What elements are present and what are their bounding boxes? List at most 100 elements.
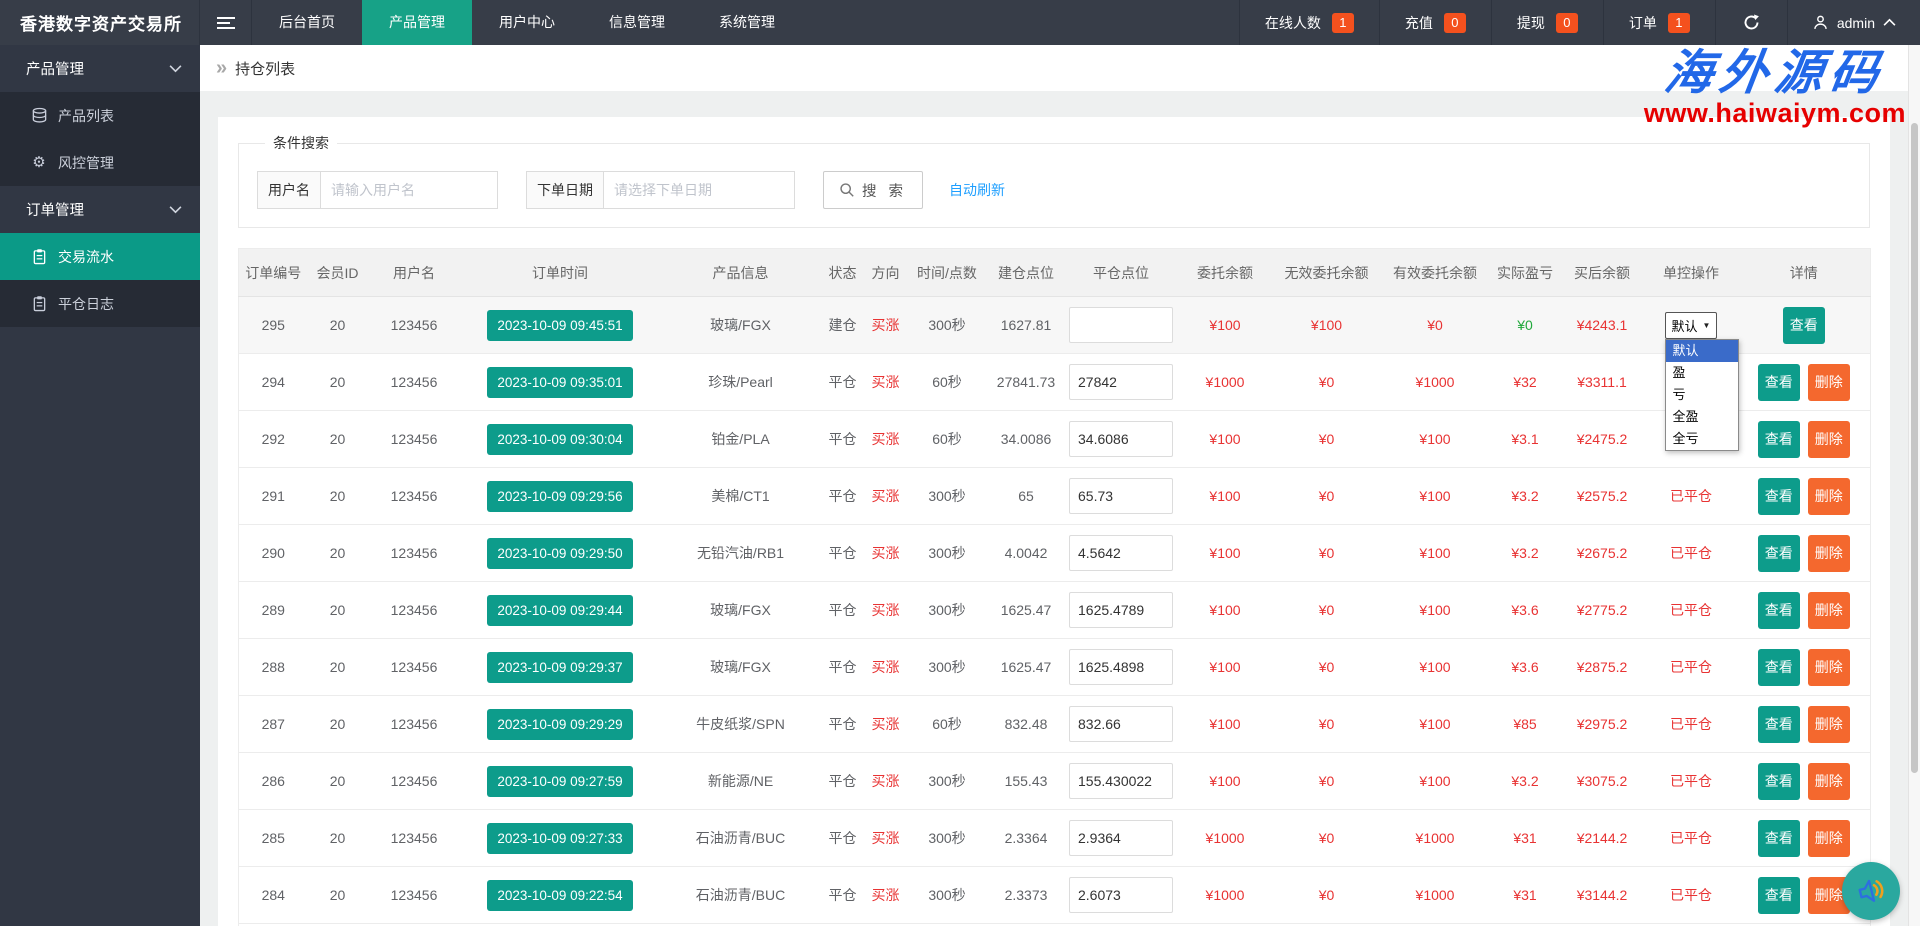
close-point-input[interactable] (1069, 706, 1173, 742)
delete-button[interactable]: 删除 (1807, 648, 1850, 686)
sound-toggle-button[interactable] (1842, 862, 1900, 920)
delete-button[interactable]: 删除 (1807, 363, 1850, 401)
member-id-cell: 20 (307, 752, 368, 810)
invalid-entrust-cell: ¥0 (1273, 524, 1380, 582)
view-button[interactable]: 查看 (1757, 477, 1800, 515)
view-button[interactable]: 查看 (1757, 363, 1800, 401)
close-point-input[interactable] (1069, 307, 1173, 343)
detail-cell: 查看删除 (1737, 752, 1871, 810)
status-cell: 平仓 (821, 524, 864, 582)
entrust-balance-cell: ¥100 (1176, 752, 1274, 810)
column-header: 方向 (863, 248, 908, 297)
username-cell: 123456 (367, 353, 461, 411)
sidebar-toggle-button[interactable] (200, 0, 252, 45)
view-button[interactable]: 查看 (1757, 591, 1800, 629)
close-point-input[interactable] (1069, 820, 1173, 856)
refresh-button[interactable] (1714, 0, 1787, 45)
close-point-input[interactable] (1069, 364, 1173, 400)
nav-item-后台首页[interactable]: 后台首页 (252, 0, 362, 45)
topbar-stat[interactable]: 在线人数 1 (1238, 0, 1379, 45)
delete-button[interactable]: 删除 (1807, 534, 1850, 572)
page-scrollbar[interactable] (1908, 45, 1920, 926)
column-header: 详情 (1737, 248, 1871, 297)
clipboard-icon (30, 248, 48, 265)
order-id-cell: 295 (238, 296, 308, 354)
open-point-cell: 65 (986, 467, 1066, 525)
column-header: 无效委托余额 (1273, 248, 1380, 297)
username-input[interactable] (320, 171, 498, 209)
direction-cell: 买涨 (863, 638, 908, 696)
view-button[interactable]: 查看 (1757, 762, 1800, 800)
view-button[interactable]: 查看 (1757, 420, 1800, 458)
order-time-cell: 2023-10-09 09:29:56 (460, 467, 660, 525)
sidebar-item-平仓日志[interactable]: 平仓日志 (0, 280, 200, 327)
control-cell: 已平仓 (1644, 866, 1738, 924)
view-button[interactable]: 查看 (1757, 819, 1800, 857)
topbar-stat[interactable]: 充值 0 (1378, 0, 1491, 45)
hamburger-icon (216, 16, 235, 19)
close-point-input[interactable] (1069, 421, 1173, 457)
scrollbar-thumb[interactable] (1911, 123, 1918, 773)
position-closed-label: 已平仓 (1670, 602, 1712, 618)
actual-profit-cell: ¥85 (1490, 695, 1560, 753)
delete-button[interactable]: 删除 (1807, 591, 1850, 629)
column-header: 实际盈亏 (1490, 248, 1560, 297)
order-date-input[interactable] (603, 171, 795, 209)
close-point-input[interactable] (1069, 649, 1173, 685)
nav-item-信息管理[interactable]: 信息管理 (582, 0, 692, 45)
close-point-input[interactable] (1069, 592, 1173, 628)
view-button[interactable]: 查看 (1757, 534, 1800, 572)
direction-cell: 买涨 (863, 467, 908, 525)
valid-entrust-cell: ¥100 (1379, 581, 1491, 639)
position-closed-label: 已平仓 (1670, 830, 1712, 846)
view-button[interactable]: 查看 (1757, 876, 1800, 914)
delete-button[interactable]: 删除 (1807, 477, 1850, 515)
topbar-stat[interactable]: 订单 1 (1602, 0, 1715, 45)
topbar-right: 在线人数 1 充值 0 提现 0 订单 1 admin (1238, 0, 1920, 45)
sidebar-group-header[interactable]: 产品管理 (0, 45, 200, 92)
auto-refresh-link[interactable]: 自动刷新 (949, 180, 1005, 200)
status-cell: 平仓 (821, 467, 864, 525)
delete-button[interactable]: 删除 (1807, 762, 1850, 800)
view-button[interactable]: 查看 (1782, 306, 1825, 344)
search-button[interactable]: 搜 索 (823, 171, 924, 209)
close-point-input[interactable] (1069, 478, 1173, 514)
topbar-stat[interactable]: 提现 0 (1490, 0, 1603, 45)
sidebar-item-产品列表[interactable]: 产品列表 (0, 92, 200, 139)
control-option[interactable]: 全亏 (1666, 428, 1738, 450)
close-point-input[interactable] (1069, 535, 1173, 571)
user-menu[interactable]: admin (1786, 0, 1920, 45)
order-time-badge: 2023-10-09 09:29:56 (487, 480, 633, 512)
user-icon (1814, 15, 1827, 30)
control-option[interactable]: 亏 (1666, 384, 1738, 406)
column-header: 平仓点位 (1065, 248, 1177, 297)
sidebar-item-交易流水[interactable]: 交易流水 (0, 233, 200, 280)
direction-cell: 买涨 (863, 353, 908, 411)
sidebar-item-风控管理[interactable]: ⚙ 风控管理 (0, 139, 200, 186)
table-row: 286 20 123456 2023-10-09 09:27:59 新能源/NE 平仓 买涨… (238, 752, 1871, 810)
control-option[interactable]: 全盈 (1666, 406, 1738, 428)
control-select-wrap: 默认 ▼ 默认盈亏全盈 全亏 (1664, 311, 1739, 451)
view-button[interactable]: 查看 (1757, 648, 1800, 686)
nav-item-系统管理[interactable]: 系统管理 (692, 0, 802, 45)
nav-item-产品管理[interactable]: 产品管理 (362, 0, 472, 45)
close-point-input[interactable] (1069, 877, 1173, 913)
duration-cell: 300秒 (907, 638, 987, 696)
delete-button[interactable]: 删除 (1807, 420, 1850, 458)
control-cell: 已平仓 (1644, 638, 1738, 696)
control-option[interactable]: 默认 (1665, 339, 1738, 362)
stat-count-badge: 1 (1331, 12, 1354, 33)
close-point-input[interactable] (1069, 763, 1173, 799)
username-label: admin (1836, 14, 1875, 31)
control-select[interactable]: 默认 ▼ (1664, 311, 1718, 339)
open-point-cell: 27841.73 (986, 353, 1066, 411)
chevron-down-icon (169, 61, 182, 77)
control-option[interactable]: 盈 (1666, 362, 1738, 384)
nav-item-用户中心[interactable]: 用户中心 (472, 0, 582, 45)
layers-icon (30, 107, 48, 124)
delete-button[interactable]: 删除 (1807, 819, 1850, 857)
view-button[interactable]: 查看 (1757, 705, 1800, 743)
sidebar-group-header[interactable]: 订单管理 (0, 186, 200, 233)
valid-entrust-cell: ¥100 (1379, 752, 1491, 810)
delete-button[interactable]: 删除 (1807, 705, 1850, 743)
